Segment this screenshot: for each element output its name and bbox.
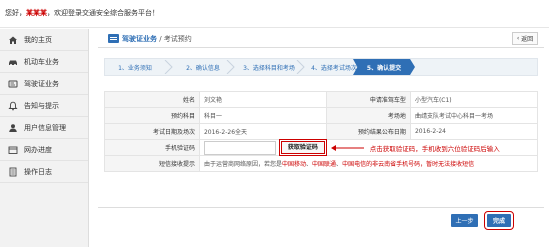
publish-value: 2016-2-24 — [409, 123, 539, 140]
log-icon — [7, 166, 18, 177]
sidebar-item-label: 告知与提示 — [24, 101, 59, 110]
finish-button[interactable]: 完成 — [484, 211, 514, 230]
sidebar-item-label: 网办进度 — [24, 145, 52, 154]
chevron-right-icon — [163, 59, 175, 75]
step-item: 3、选择科目和考场 — [243, 64, 295, 72]
sidebar-item-label: 我的主页 — [24, 35, 52, 44]
back-button[interactable]: ‹ 返回 — [512, 32, 538, 45]
sidebar-item-label: 操作日志 — [24, 167, 52, 176]
progress-icon — [7, 144, 18, 155]
appointment-info-table: 姓名 刘文艳 申请准驾车型 小型汽车(C1) 预约科目 科目一 考场地 曲靖支队… — [104, 91, 539, 172]
user-name: 某某某 — [26, 9, 47, 17]
home-icon — [7, 34, 18, 45]
main-content: 驾驶证业务 / 考试预约 ‹ 返回 1、业务须知 2、确认信息 3、选择科目和考… — [98, 29, 544, 241]
breadcrumb-separator: / — [157, 35, 164, 43]
table-row: 姓名 刘文艳 申请准驾车型 小型汽车(C1) — [104, 91, 539, 108]
sidebar-item-vehicle[interactable]: 机动车业务 — [0, 51, 88, 73]
name-value: 刘文艳 — [198, 91, 328, 108]
license-icon — [7, 78, 18, 89]
carrier-mobile: 中国移动 — [282, 161, 307, 168]
step-item: 2、确认信息 — [186, 64, 220, 72]
carrier-unicom: 中国联通 — [312, 161, 337, 168]
sidebar: 我的主页 机动车业务 驾驶证业务 告知与提示 用户信息管理 网办进度 操作日志 — [0, 29, 89, 247]
greeting-prefix: 您好， — [5, 9, 26, 17]
table-row: 考试日期及场次 2016-2-26全天 预约结果公布日期 2016-2-24 — [104, 123, 539, 140]
top-bar: 您好，某某某，欢迎登录交通安全综合服务平台！ — [0, 0, 549, 28]
back-button-label: 返回 — [521, 36, 534, 43]
get-code-button[interactable]: 获取验证码 — [278, 139, 327, 156]
code-hint: 点击获取验证码，手机收到六位验证码后输入 — [369, 144, 500, 153]
date-label: 考试日期及场次 — [104, 123, 200, 140]
breadcrumb-page: 考试预约 — [163, 35, 192, 43]
subject-label: 预约科目 — [104, 107, 200, 124]
table-row: 短信接收提示 由于运营商网络原因，若您是中国移动、中国联通、中国电信的非云南省手… — [104, 155, 539, 172]
step-progress: 1、业务须知 2、确认信息 3、选择科目和考场 4、选择考试场次 5、确认提交 — [104, 58, 538, 76]
table-row: 预约科目 科目一 考场地 曲靖支队考试中心科目一考场 — [104, 107, 539, 124]
name-label: 姓名 — [104, 91, 200, 108]
publish-label: 预约结果公布日期 — [326, 123, 411, 140]
bell-icon — [7, 100, 18, 111]
verification-code-input[interactable] — [203, 140, 276, 155]
sidebar-item-notice[interactable]: 告知与提示 — [0, 95, 88, 117]
sms-label: 短信接收提示 — [104, 155, 200, 172]
code-cell: 获取验证码 点击获取验证码，手机收到六位验证码后输入 — [198, 139, 539, 156]
step-item: 1、业务须知 — [118, 64, 152, 72]
vehicle-value: 小型汽车(C1) — [409, 91, 539, 108]
date-value: 2016-2-26全天 — [198, 123, 328, 140]
sms-notice-text: 由于运营商网络原因，若您是 — [203, 161, 282, 168]
vehicle-label: 申请准驾车型 — [326, 91, 411, 108]
sms-notice: 由于运营商网络原因，若您是中国移动、中国联通、中国电信的非云南省手机号码，暂时无… — [198, 155, 539, 172]
sms-notice-text: 的非云南省手机号码，暂时无法接收短信 — [366, 161, 475, 168]
sidebar-item-user-info[interactable]: 用户信息管理 — [0, 117, 88, 139]
sidebar-item-home[interactable]: 我的主页 — [0, 29, 88, 51]
sidebar-item-license[interactable]: 驾驶证业务 — [0, 73, 88, 95]
breadcrumb: 驾驶证业务 / 考试预约 — [122, 34, 192, 44]
sidebar-item-label: 机动车业务 — [24, 57, 59, 66]
carrier-telecom: 中国电信 — [342, 161, 367, 168]
venue-label: 考场地 — [326, 107, 411, 124]
sidebar-item-progress[interactable]: 网办进度 — [0, 139, 88, 161]
sidebar-item-label: 驾驶证业务 — [24, 79, 59, 88]
user-icon — [7, 122, 18, 133]
section-icon — [108, 34, 119, 43]
step-item: 4、选择考试场次 — [311, 64, 357, 72]
previous-step-button[interactable]: 上一步 — [451, 214, 478, 227]
sidebar-item-log[interactable]: 操作日志 — [0, 161, 88, 183]
arrow-left-icon — [330, 144, 364, 151]
form-footer: 上一步 完成 — [98, 207, 544, 235]
step-item-active: 5、确认提交 — [353, 59, 415, 75]
subject-value: 科目一 — [198, 107, 328, 124]
table-row: 手机验证码 获取验证码 点击获取验证码，手机收到六位验证码后输入 — [104, 139, 539, 156]
car-icon — [7, 56, 18, 67]
code-label: 手机验证码 — [104, 139, 200, 156]
sidebar-item-label: 用户信息管理 — [24, 123, 66, 132]
welcome-message: 您好，某某某，欢迎登录交通安全综合服务平台！ — [5, 8, 159, 18]
greeting-suffix: ，欢迎登录交通安全综合服务平台！ — [47, 9, 159, 17]
venue-value: 曲靖支队考试中心科目一考场 — [409, 107, 539, 124]
breadcrumb-section[interactable]: 驾驶证业务 — [122, 35, 157, 43]
page-header: 驾驶证业务 / 考试预约 ‹ 返回 — [98, 29, 544, 48]
